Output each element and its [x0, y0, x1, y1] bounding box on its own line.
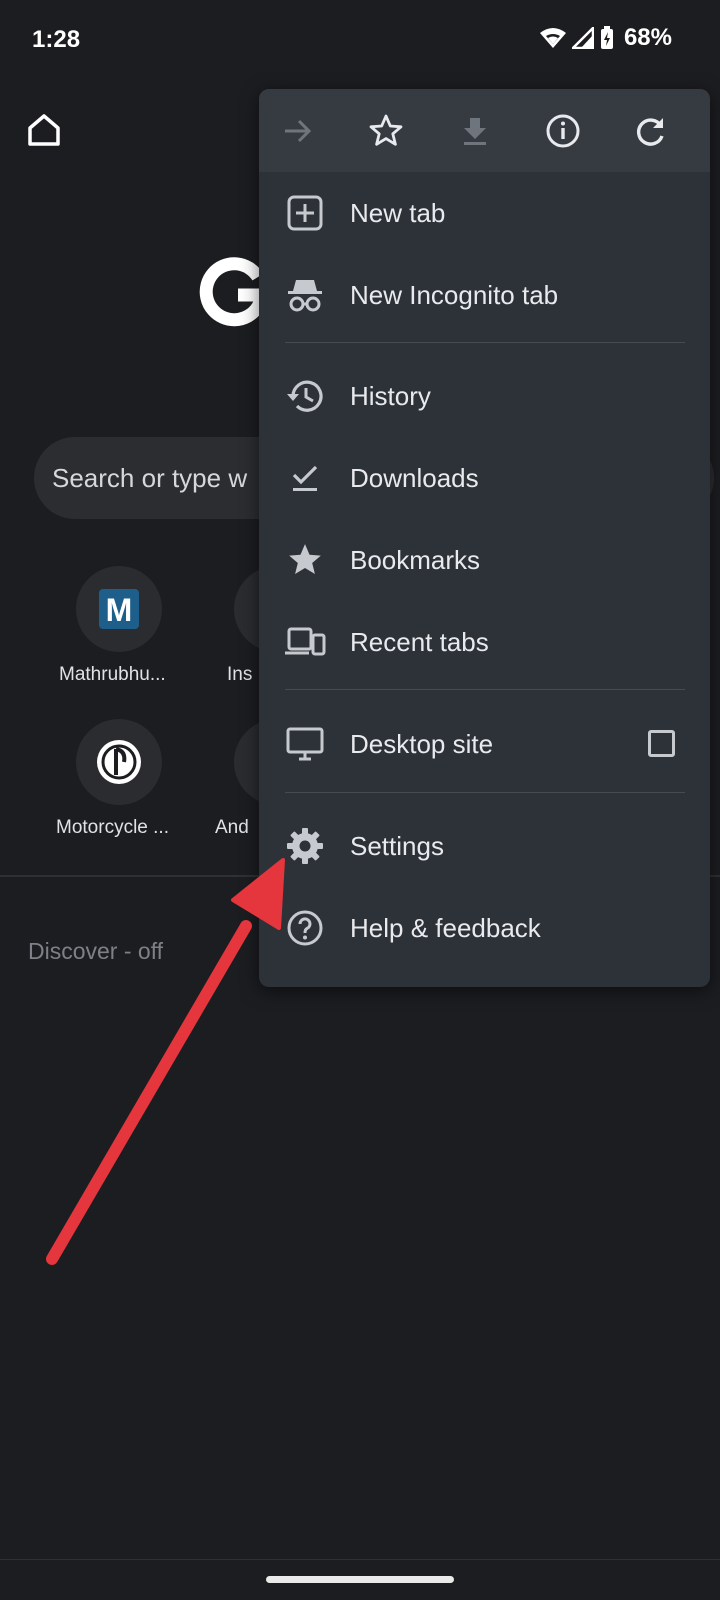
nav-bar-divider: [0, 1559, 720, 1560]
annotation-arrow: [46, 858, 285, 1265]
gesture-nav-handle[interactable]: [266, 1576, 454, 1583]
